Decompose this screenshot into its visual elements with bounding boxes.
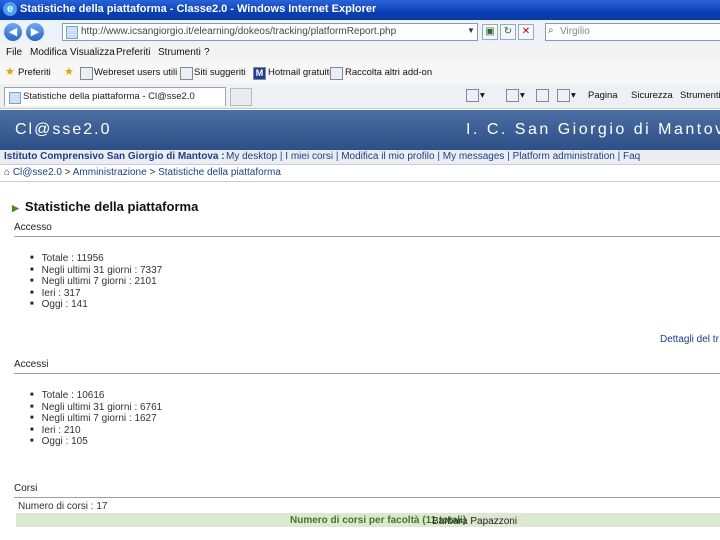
- breadcrumb-separator: >: [64, 167, 71, 178]
- home-icon[interactable]: [466, 89, 479, 102]
- breadcrumb-admin[interactable]: Amministrazione: [73, 167, 147, 178]
- divider: [0, 181, 720, 182]
- top-navigation: Istituto Comprensivo San Giorgio di Mant…: [0, 150, 720, 165]
- section-title-corsi: Corsi: [14, 483, 38, 494]
- menu-modifica[interactable]: Modifica: [30, 47, 67, 58]
- page-title: ▶ Statistiche della piattaforma: [12, 199, 198, 214]
- forward-icon[interactable]: ▶: [26, 23, 44, 41]
- details-link[interactable]: Dettagli del tr: [660, 334, 719, 345]
- favorites-button[interactable]: Preferiti: [18, 67, 51, 78]
- new-tab-button[interactable]: [230, 88, 252, 106]
- add-favorite-icon[interactable]: ★: [64, 65, 74, 78]
- back-icon[interactable]: ◀: [4, 23, 22, 41]
- nav-links[interactable]: My desktop | I miei corsi | Modifica il …: [226, 151, 640, 162]
- institution-link[interactable]: Istituto Comprensivo San Giorgio di Mant…: [4, 151, 225, 162]
- stop-icon[interactable]: ✕: [518, 24, 534, 40]
- mail-icon[interactable]: [536, 89, 549, 102]
- menu-strumenti[interactable]: Strumenti: [158, 47, 201, 58]
- breadcrumb-separator: >: [149, 167, 156, 178]
- menu-bar: File Modifica Visualizza Preferiti Strum…: [0, 44, 720, 63]
- menu-visualizza[interactable]: Visualizza: [70, 47, 115, 58]
- section-divider: [14, 497, 720, 498]
- title-arrow-icon: ▶: [12, 203, 19, 213]
- breadcrumb-home[interactable]: Cl@sse2.0: [13, 167, 62, 178]
- list-item: Oggi : 141: [30, 299, 162, 312]
- breadcrumb-current[interactable]: Statistiche della piattaforma: [158, 167, 281, 178]
- list-item: Negli ultimi 7 giorni : 1627: [30, 413, 162, 426]
- window-titlebar: e Statistiche della piattaforma - Classe…: [0, 0, 720, 20]
- tab-label: Statistiche della piattaforma - Cl@sse2.…: [23, 91, 195, 102]
- menu-help[interactable]: ?: [204, 47, 210, 58]
- tab-statistiche[interactable]: Statistiche della piattaforma - Cl@sse2.…: [4, 87, 226, 106]
- favorites-star-icon: ★: [5, 66, 15, 78]
- home-icon[interactable]: ⌂: [4, 167, 10, 178]
- author-caption: Barbara Papazzoni: [432, 516, 518, 527]
- print-icon[interactable]: [557, 89, 570, 102]
- section-divider: [14, 236, 720, 237]
- compatibility-view-icon[interactable]: ▣: [482, 24, 498, 40]
- url-text: http://www.icsangiorgio.it/elearning/dok…: [81, 26, 397, 37]
- list-item: Oggi : 105: [30, 436, 162, 449]
- favorite-link-2[interactable]: Siti suggeriti: [194, 67, 246, 78]
- ie-icon: e: [3, 2, 17, 16]
- search-placeholder: Virgilio: [560, 26, 590, 37]
- search-input[interactable]: ⌕ Virgilio: [545, 23, 720, 41]
- url-dropdown-icon[interactable]: ▼: [466, 24, 476, 38]
- list-item: Totale : 10616: [30, 390, 162, 403]
- msn-icon: M: [253, 67, 266, 80]
- window-title: Statistiche della piattaforma - Classe2.…: [20, 3, 377, 15]
- favorite-link-3[interactable]: Hotmail gratuito: [268, 67, 335, 78]
- section-divider: [14, 373, 720, 374]
- url-field[interactable]: http://www.icsangiorgio.it/elearning/dok…: [62, 23, 478, 41]
- page-icon: [330, 67, 343, 80]
- feeds-dropdown-icon[interactable]: ▾: [520, 90, 525, 101]
- courses-by-faculty-header: Numero di corsi per facoltà (11 totali): [16, 513, 720, 527]
- search-provider-icon: ⌕: [548, 25, 554, 36]
- page-icon: [180, 67, 193, 80]
- page-icon: [80, 67, 93, 80]
- section-title-accesso: Accesso: [14, 222, 52, 233]
- school-name: I. C. San Giorgio di Mantova: [466, 121, 720, 138]
- tools-menu[interactable]: Strumenti: [680, 90, 720, 101]
- home-dropdown-icon[interactable]: ▾: [480, 90, 485, 101]
- page-icon: [66, 26, 78, 39]
- list-item: Totale : 11956: [30, 253, 162, 266]
- safety-menu[interactable]: Sicurezza: [631, 90, 673, 101]
- page-icon: [9, 92, 21, 104]
- list-item: Negli ultimi 7 giorni : 2101: [30, 276, 162, 289]
- page-menu[interactable]: Pagina: [588, 90, 618, 101]
- favorite-link-4[interactable]: Raccolta altri add-on: [345, 67, 432, 78]
- site-logo[interactable]: Cl@sse2.0: [15, 121, 112, 139]
- feeds-icon[interactable]: [506, 89, 519, 102]
- favorite-link-1[interactable]: Webreset users utili: [94, 67, 177, 78]
- accessi-stats-list: Totale : 10616 Negli ultimi 31 giorni : …: [30, 390, 163, 449]
- course-count: Numero di corsi : 17: [18, 501, 108, 512]
- page-title-text: Statistiche della piattaforma: [24, 199, 199, 214]
- breadcrumb: ⌂ Cl@sse2.0 > Amministrazione > Statisti…: [4, 167, 281, 178]
- menu-file[interactable]: File: [6, 47, 22, 58]
- print-dropdown-icon[interactable]: ▾: [571, 90, 576, 101]
- accesso-stats-list: Totale : 11956 Negli ultimi 31 giorni : …: [30, 253, 163, 312]
- favorites-bar: ★ Preferiti ★ Webreset users utili Siti …: [0, 62, 720, 85]
- site-header: Cl@sse2.0 I. C. San Giorgio di Mantova: [0, 110, 720, 150]
- section-title-accessi: Accessi: [14, 359, 49, 370]
- menu-preferiti[interactable]: Preferiti: [116, 47, 150, 58]
- refresh-icon[interactable]: ↻: [500, 24, 516, 40]
